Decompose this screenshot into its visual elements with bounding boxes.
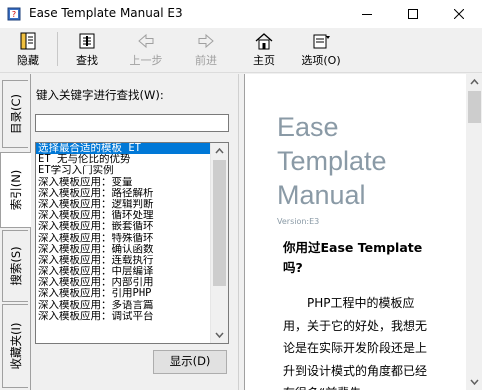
toolbar: 隐藏 查找 上一步 前进 主页 选项(O) bbox=[0, 28, 482, 73]
svg-text:?: ? bbox=[12, 10, 16, 19]
index-list-scrollbar[interactable] bbox=[210, 143, 228, 343]
tab-contents-label: 目录(C) bbox=[8, 93, 23, 135]
help-app-icon: ? bbox=[7, 7, 21, 21]
home-button[interactable]: 主页 bbox=[239, 28, 289, 70]
find-button[interactable]: 查找 bbox=[62, 28, 112, 70]
tab-index[interactable]: 索引(N) bbox=[0, 152, 31, 228]
tab-index-label: 索引(N) bbox=[9, 169, 23, 211]
index-list-item[interactable]: 深入模板应用：中层编译 bbox=[36, 266, 210, 277]
window-title: Ease Template Manual E3 bbox=[29, 6, 183, 20]
index-list-item[interactable]: 深入模板应用：连载执行 bbox=[36, 255, 210, 266]
home-label: 主页 bbox=[253, 54, 275, 67]
index-list-item[interactable]: 深入模板应用：逻辑判断 bbox=[36, 199, 210, 210]
back-label: 上一步 bbox=[129, 54, 163, 67]
forward-label: 前进 bbox=[195, 54, 217, 67]
close-icon bbox=[454, 9, 464, 19]
index-list-item[interactable]: ET 无与伦比的优势 bbox=[36, 154, 210, 165]
index-list-item[interactable]: 深入模板应用：嵌套循环 bbox=[36, 221, 210, 232]
tab-search[interactable]: 搜索(S) bbox=[2, 230, 28, 302]
options-icon bbox=[313, 34, 330, 49]
document-heading: 你用过Ease Template吗? bbox=[283, 240, 423, 275]
vertical-tab-strip: 目录(C) 索引(N) 搜索(S) 收藏夹(I) bbox=[0, 74, 31, 390]
find-icon bbox=[79, 33, 95, 49]
options-button[interactable]: 选项(O) bbox=[296, 28, 346, 70]
tab-search-label: 搜索(S) bbox=[8, 246, 23, 286]
options-label: 选项(O) bbox=[301, 54, 341, 67]
document-version: Version:E3 bbox=[277, 217, 320, 226]
toolbar-separator bbox=[57, 32, 58, 66]
scroll-thumb[interactable] bbox=[213, 160, 226, 286]
minimize-icon bbox=[362, 14, 372, 15]
scroll-up-icon[interactable] bbox=[211, 143, 228, 160]
index-list-items: 选择最合适的模板 ET ET 无与伦比的优势 ET学习入门实例 深入模板应用：变量 深入… bbox=[36, 143, 210, 322]
tab-favorites-label: 收藏夹(I) bbox=[8, 322, 23, 370]
index-list-item[interactable]: 深入模板应用：路径解析 bbox=[36, 188, 210, 199]
content-scroll-up-icon[interactable] bbox=[466, 74, 482, 91]
content-pane: Ease Template Manual Version:E3 你用过Ease … bbox=[244, 74, 482, 390]
display-button[interactable]: 显示(D) bbox=[153, 350, 227, 374]
title-bar: ? Ease Template Manual E3 bbox=[0, 0, 482, 28]
close-button[interactable] bbox=[436, 0, 482, 28]
index-list-item[interactable]: 深入模板应用：调试平台 bbox=[36, 311, 210, 322]
back-button[interactable]: 上一步 bbox=[121, 28, 171, 70]
content-scroll-down-icon[interactable] bbox=[466, 373, 482, 390]
content-scroll-thumb[interactable] bbox=[468, 91, 481, 123]
document-paragraph: PHP工程中的模板应用，关于它的好处，我想无论是在实际开发阶段还是上升到设计模式… bbox=[283, 292, 433, 390]
document-title: Ease Template Manual bbox=[277, 112, 387, 210]
home-icon bbox=[255, 33, 273, 50]
index-list-item[interactable]: 深入模板应用：循环处理 bbox=[36, 210, 210, 221]
tab-favorites[interactable]: 收藏夹(I) bbox=[2, 304, 28, 388]
index-list[interactable]: 选择最合适的模板 ET ET 无与伦比的优势 ET学习入门实例 深入模板应用：变量 深入… bbox=[35, 142, 229, 344]
tab-contents[interactable]: 目录(C) bbox=[2, 80, 28, 148]
forward-button[interactable]: 前进 bbox=[181, 28, 231, 70]
index-list-item[interactable]: 深入模板应用：多语言篇 bbox=[36, 300, 210, 311]
hide-pane-icon bbox=[20, 32, 36, 50]
keyword-input[interactable] bbox=[35, 114, 229, 132]
document-paragraph-text: PHP工程中的模板应用，关于它的好处，我想无论是在实际开发阶段还是上升到设计模式… bbox=[283, 296, 428, 390]
keyword-label: 键入关键字进行查找(W): bbox=[36, 88, 164, 102]
find-label: 查找 bbox=[76, 54, 98, 67]
index-list-item[interactable]: 深入模板应用：确认函数 bbox=[36, 244, 210, 255]
index-list-item[interactable]: 深入模板应用：特殊循环 bbox=[36, 233, 210, 244]
minimize-button[interactable] bbox=[344, 0, 390, 28]
index-list-item[interactable]: ET学习入门实例 bbox=[36, 165, 210, 176]
content-scrollbar[interactable] bbox=[466, 74, 482, 390]
navigation-pane: 目录(C) 索引(N) 搜索(S) 收藏夹(I) 键入关键字进行查找(W): 选… bbox=[0, 74, 238, 390]
maximize-button[interactable] bbox=[390, 0, 436, 28]
index-list-item[interactable]: 深入模板应用：变量 bbox=[36, 177, 210, 188]
scroll-down-icon[interactable] bbox=[211, 326, 228, 343]
index-list-item[interactable]: 选择最合适的模板 ET bbox=[36, 143, 210, 155]
back-arrow-icon bbox=[138, 33, 154, 49]
maximize-icon bbox=[408, 9, 418, 19]
hide-label: 隐藏 bbox=[17, 54, 39, 67]
index-list-item[interactable]: 深入模板应用：内部引用 bbox=[36, 277, 210, 288]
hide-button[interactable]: 隐藏 bbox=[3, 28, 53, 70]
index-list-item[interactable]: 深入模板应用：引用PHP bbox=[36, 288, 210, 299]
forward-arrow-icon bbox=[198, 33, 214, 49]
